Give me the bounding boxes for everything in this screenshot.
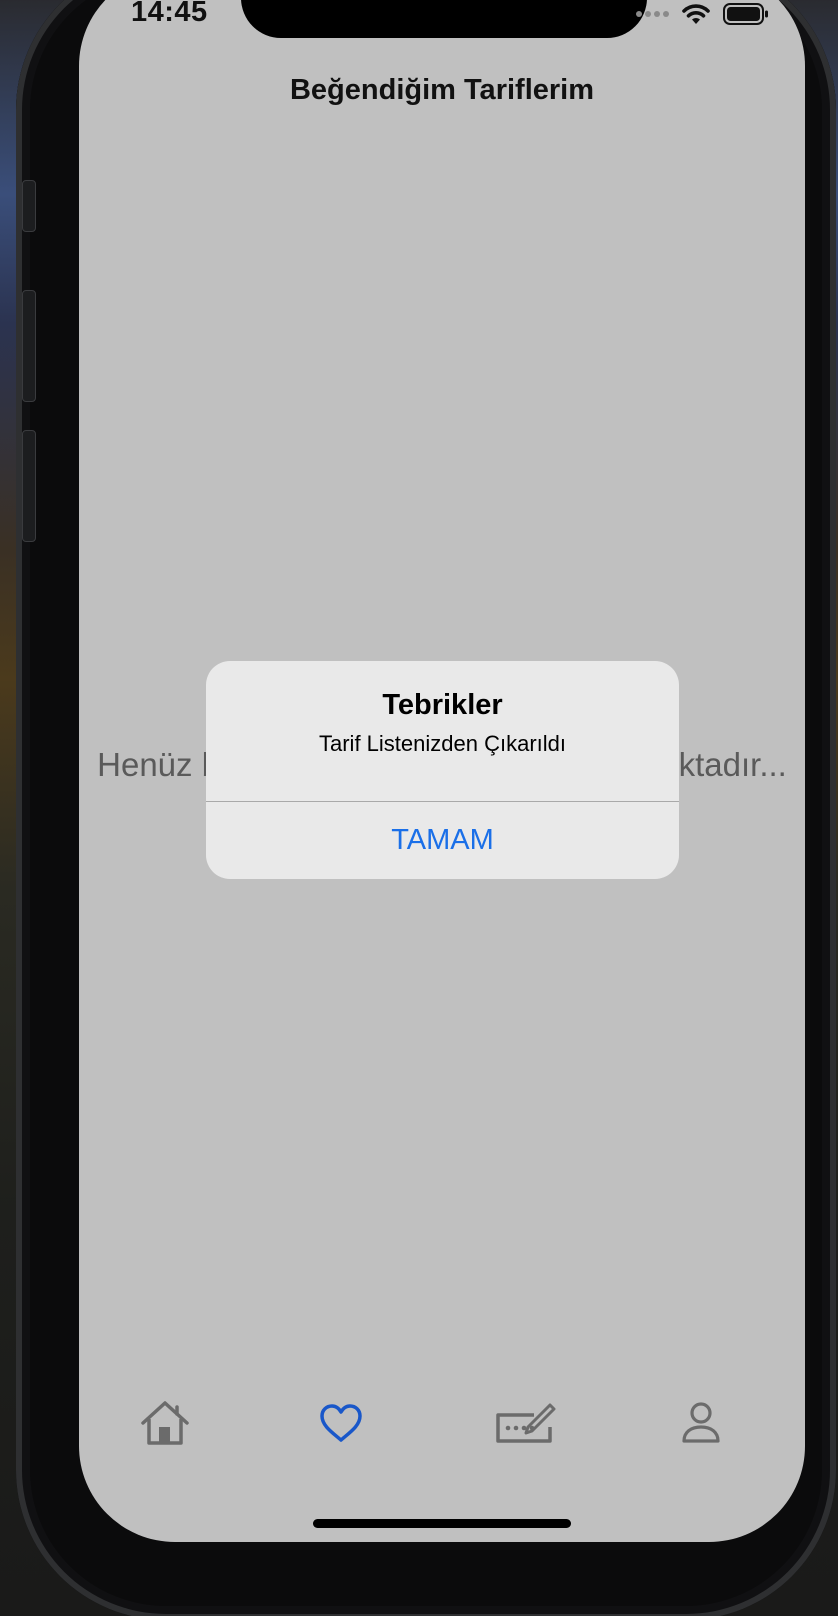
phone-frame: 14:45 Beğendiğim Tariflerim Henüz beğend… [16, 0, 836, 1616]
home-icon [141, 1401, 189, 1445]
tab-profile[interactable] [661, 1388, 741, 1458]
alert-dialog: Tebrikler Tarif Listenizden Çıkarıldı TA… [206, 661, 679, 879]
keyboard-edit-icon [496, 1403, 556, 1443]
alert-title: Tebrikler [382, 689, 503, 721]
heart-icon [320, 1404, 362, 1442]
status-time: 14:45 [131, 0, 208, 28]
volume-up-button [22, 290, 36, 402]
tab-home[interactable] [125, 1388, 205, 1458]
alert-ok-button[interactable]: TAMAM [206, 802, 679, 879]
alert-message: Tarif Listenizden Çıkarıldı [319, 731, 566, 756]
status-icons [636, 0, 769, 28]
app-screen: 14:45 Beğendiğim Tariflerim Henüz beğend… [79, 0, 805, 1542]
mute-switch [22, 180, 36, 232]
person-icon [682, 1402, 720, 1443]
notch [241, 0, 647, 38]
cellular-signal-icon [636, 11, 669, 17]
wifi-icon [682, 4, 710, 24]
tab-bar [79, 1388, 805, 1458]
tab-add-recipe[interactable] [485, 1388, 565, 1458]
volume-down-button [22, 430, 36, 542]
tab-favorites[interactable] [301, 1388, 381, 1458]
battery-icon [723, 3, 768, 25]
home-indicator[interactable] [313, 1519, 571, 1528]
page-title: Beğendiğim Tariflerim [289, 74, 595, 106]
